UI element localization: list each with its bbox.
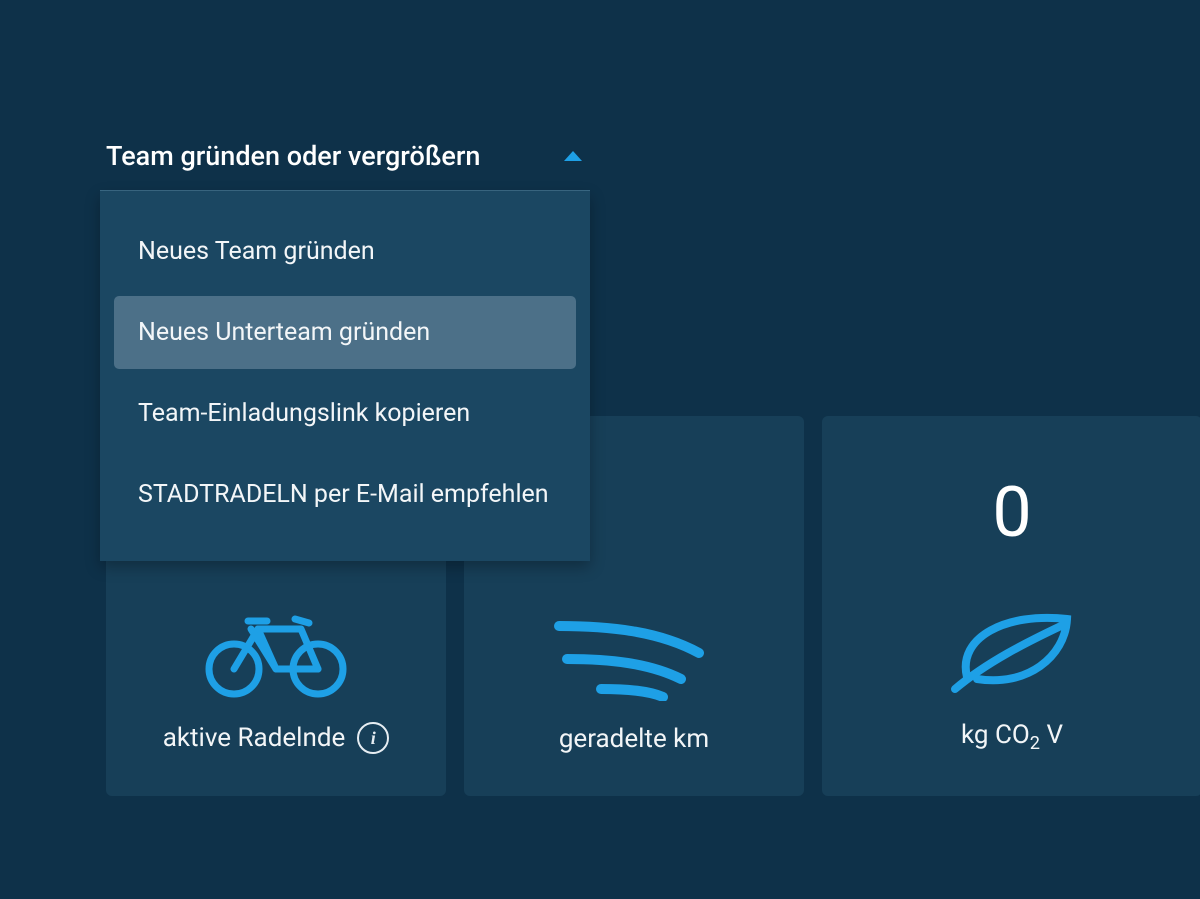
dropdown-item-recommend-email[interactable]: STADTRADELN per E-Mail empfehlen [114,458,576,531]
dropdown-item-new-team[interactable]: Neues Team gründen [114,215,576,288]
swoosh-icon [549,606,719,706]
bicycle-icon [201,604,351,704]
info-icon[interactable]: i [357,722,389,754]
dropdown-item-copy-invite-link[interactable]: Team-Einladungslink kopieren [114,377,576,450]
dropdown-trigger-label: Team gründen oder vergrößern [106,140,480,172]
stat-label: geradelte km [559,724,709,754]
stat-value: 0 [822,472,1200,554]
stat-card-co2: 0 kg CO2 V [822,416,1200,796]
team-dropdown-menu: Neues Team gründen Neues Unterteam gründ… [100,191,590,561]
dropdown-item-new-subteam[interactable]: Neues Unterteam gründen [114,296,576,369]
team-dropdown-trigger[interactable]: Team gründen oder vergrößern [100,130,590,191]
leaf-icon [937,602,1087,702]
stat-label: aktive Radelnde [163,723,346,753]
stat-label: kg CO2 V [961,720,1063,754]
team-dropdown: Team gründen oder vergrößern Neues Team … [100,130,590,561]
chevron-up-icon [564,151,582,161]
